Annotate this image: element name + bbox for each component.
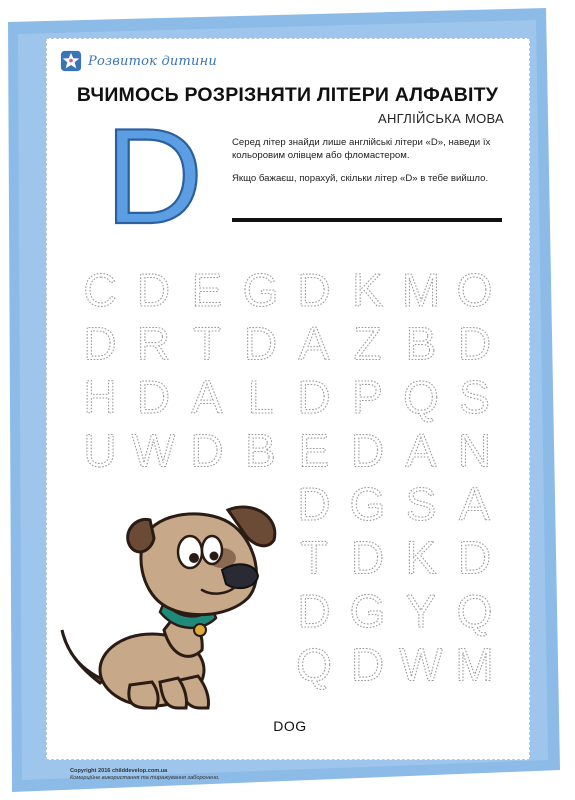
grid-letter[interactable]: G <box>349 477 386 530</box>
grid-letter[interactable]: N <box>457 424 491 477</box>
grid-letter[interactable]: A <box>405 424 437 477</box>
grid-letter[interactable]: G <box>349 584 386 637</box>
grid-letter[interactable]: S <box>405 477 437 530</box>
grid-letter[interactable]: B <box>245 424 277 477</box>
grid-letter[interactable]: T <box>192 317 221 370</box>
grid-letter[interactable]: M <box>455 638 494 691</box>
grid-letter[interactable]: Q <box>296 638 333 691</box>
grid-letter[interactable]: D <box>457 531 491 584</box>
grid-letter[interactable]: Y <box>405 584 437 637</box>
copyright-line-2: Комерційне використання та тиражування з… <box>70 775 220 781</box>
grid-letter[interactable]: G <box>242 263 279 316</box>
grid-letter[interactable]: D <box>243 317 277 370</box>
grid-letter[interactable]: D <box>297 477 331 530</box>
grid-letter[interactable]: E <box>191 263 223 316</box>
grid-letter[interactable]: L <box>247 370 274 423</box>
grid-letter[interactable]: B <box>405 317 437 370</box>
dog-head <box>126 505 277 617</box>
dog-illustration <box>60 505 277 710</box>
grid-letter[interactable]: M <box>401 263 440 316</box>
grid-letter[interactable]: A <box>298 317 330 370</box>
grid-letter[interactable]: S <box>459 370 491 423</box>
grid-letter[interactable]: D <box>297 263 331 316</box>
grid-letter[interactable]: D <box>350 531 384 584</box>
grid-letter[interactable]: R <box>136 317 170 370</box>
grid-letter[interactable]: A <box>459 477 491 530</box>
grid-letter[interactable]: D <box>136 370 170 423</box>
grid-letter[interactable]: D <box>350 424 384 477</box>
copyright: Copyright 2016 childdevelop.com.ua Комер… <box>70 768 220 782</box>
grid-letter[interactable]: Z <box>353 317 382 370</box>
grid-letter[interactable]: D <box>297 584 331 637</box>
picture-word: DOG <box>273 718 307 734</box>
grid-letter[interactable]: D <box>136 263 170 316</box>
dog-tail <box>60 629 107 685</box>
worksheet-frame: Розвиток дитини ВЧИМОСЬ РОЗРІЗНЯТИ ЛІТЕР… <box>0 0 575 800</box>
grid-letter[interactable]: D <box>457 317 491 370</box>
grid-letter[interactable]: D <box>297 370 331 423</box>
grid-letter[interactable]: W <box>131 424 176 477</box>
copyright-line-1: Copyright 2016 childdevelop.com.ua <box>70 768 168 774</box>
grid-letter[interactable]: P <box>352 370 384 423</box>
grid-letter[interactable]: D <box>83 317 117 370</box>
grid-letter[interactable]: T <box>299 531 328 584</box>
grid-letter[interactable]: C <box>83 263 117 316</box>
grid-letter[interactable]: D <box>350 638 384 691</box>
grid-letter[interactable]: D <box>190 424 224 477</box>
grid-letter[interactable]: H <box>83 370 117 423</box>
grid-letter[interactable]: Q <box>403 370 440 423</box>
grid-letter[interactable]: K <box>405 531 437 584</box>
grid-letter[interactable]: U <box>83 424 117 477</box>
grid-letter[interactable]: A <box>191 370 223 423</box>
grid-letter[interactable]: O <box>456 263 493 316</box>
grid-letter[interactable]: E <box>298 424 330 477</box>
grid-letter[interactable]: K <box>352 263 384 316</box>
grid-letter[interactable]: Q <box>456 584 493 637</box>
grid-letter[interactable]: W <box>399 638 444 691</box>
